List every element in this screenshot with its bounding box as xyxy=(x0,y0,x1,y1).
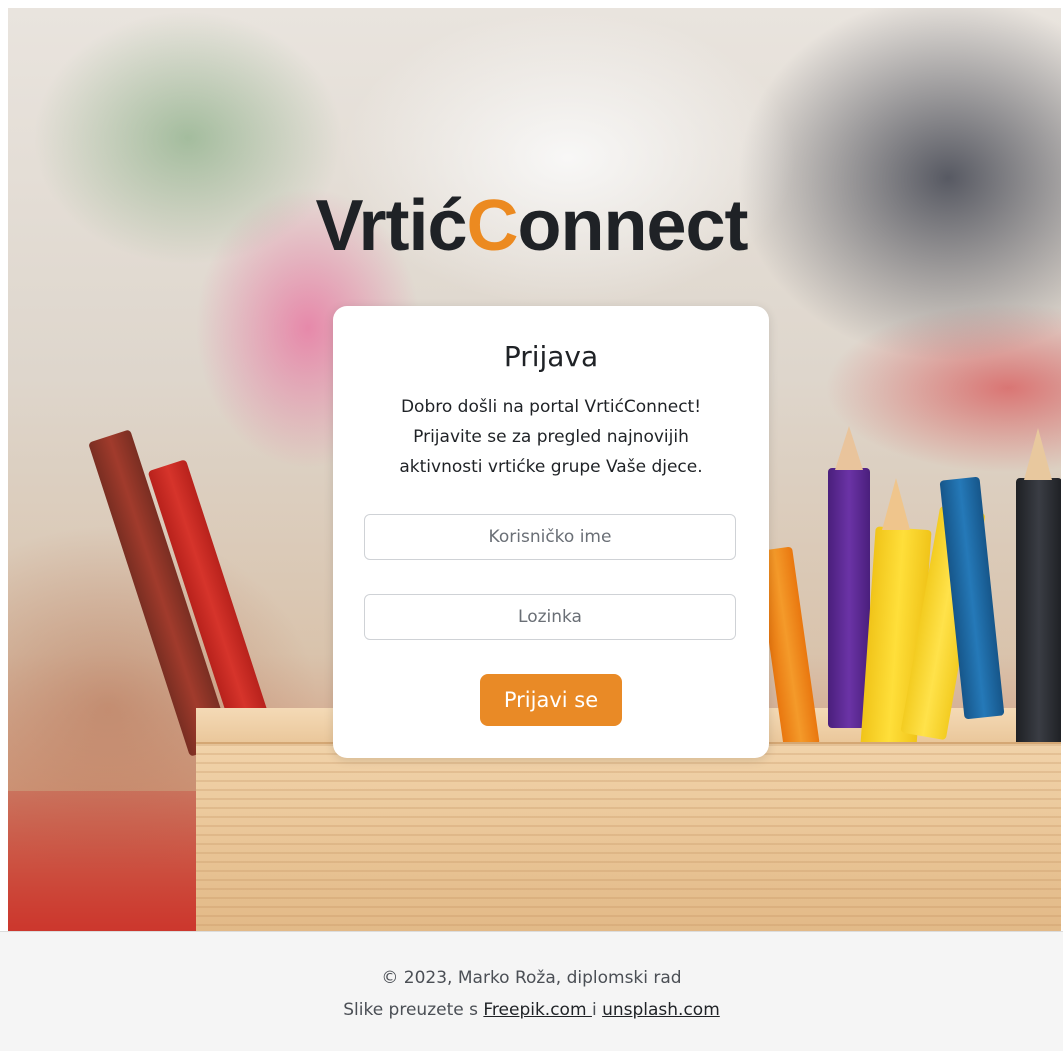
username-input[interactable] xyxy=(364,514,736,560)
background-floor xyxy=(8,791,228,931)
brand-logo: VrtićConnect xyxy=(0,185,1063,267)
pencil-black-tip xyxy=(1024,428,1052,480)
pencil-purple-tip xyxy=(835,426,863,470)
password-input[interactable] xyxy=(364,594,736,640)
logo-text-accent: C xyxy=(466,186,519,266)
footer-credits-mid: i xyxy=(591,1000,603,1020)
login-title: Prijava xyxy=(503,340,599,373)
footer-credits: Slike preuzete s Freepik.com i unsplash.… xyxy=(0,1000,1063,1020)
logo-text-prefix: Vrtić xyxy=(315,186,467,266)
footer-copyright: © 2023, Marko Roža, diplomski rad xyxy=(381,968,682,988)
welcome-message: Dobro došli na portal VrtićConnect! Prij… xyxy=(353,392,749,482)
wooden-box xyxy=(196,742,1061,931)
freepik-link[interactable]: Freepik.com xyxy=(483,1000,592,1020)
logo-text-suffix: onnect xyxy=(517,186,749,266)
welcome-line-1: Dobro došli na portal VrtićConnect! xyxy=(400,397,702,417)
footer: © 2023, Marko Roža, diplomski rad Slike … xyxy=(0,931,1063,1051)
footer-credits-prefix: Slike preuzete s xyxy=(343,1000,484,1020)
login-button[interactable]: Prijavi se xyxy=(480,674,622,726)
welcome-line-3: aktivnosti vrtićke grupe Vaše djece. xyxy=(399,457,703,477)
pencil-black xyxy=(1016,478,1061,748)
welcome-line-2: Prijavite se za pregled najnovijih xyxy=(413,427,689,447)
unsplash-link[interactable]: unsplash.com xyxy=(602,1000,720,1020)
pencil-yellow-tip xyxy=(882,478,910,530)
login-card: Prijava Dobro došli na portal VrtićConne… xyxy=(333,306,769,758)
